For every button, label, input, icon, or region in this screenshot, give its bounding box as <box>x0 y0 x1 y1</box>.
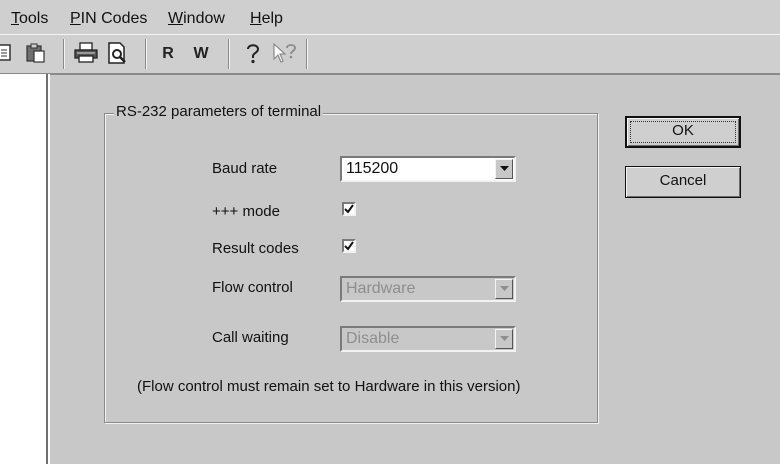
read-icon[interactable]: R <box>156 42 180 66</box>
menu-bar: Tools PIN Codes Window Help <box>0 0 780 34</box>
write-icon[interactable]: W <box>188 42 214 66</box>
menu-window[interactable]: Window <box>168 9 225 29</box>
group-title: RS-232 parameters of terminal <box>114 103 324 121</box>
help-icon[interactable] <box>242 42 264 66</box>
chevron-down-icon[interactable] <box>495 279 513 299</box>
call-waiting-select[interactable]: Disable <box>340 326 516 352</box>
menu-tools[interactable]: Tools <box>11 9 48 29</box>
baud-rate-value: 115200 <box>346 160 399 177</box>
chevron-down-icon[interactable] <box>495 329 513 349</box>
focus-rect <box>630 121 736 143</box>
flow-control-select[interactable]: Hardware <box>340 276 516 302</box>
flow-control-value: Hardware <box>346 280 416 297</box>
toolbar-separator <box>145 39 147 69</box>
call-waiting-label: Call waiting <box>212 329 289 346</box>
chevron-down-icon[interactable] <box>495 159 513 179</box>
paste-icon[interactable] <box>24 42 48 66</box>
menu-help[interactable]: Help <box>250 9 283 29</box>
cancel-button[interactable]: Cancel <box>625 166 741 198</box>
cancel-button-label: Cancel <box>659 172 707 189</box>
toolbar-separator <box>306 39 308 69</box>
plus-mode-checkbox[interactable] <box>342 202 356 216</box>
toolbar: R W <box>0 34 780 74</box>
print-preview-icon[interactable] <box>104 42 132 66</box>
menu-pin-codes[interactable]: PIN Codes <box>70 9 147 29</box>
flow-control-label: Flow control <box>212 279 293 296</box>
baud-rate-label: Baud rate <box>212 160 278 177</box>
print-icon[interactable] <box>72 42 100 66</box>
toolbar-separator <box>228 39 230 69</box>
ok-button[interactable]: OK <box>625 116 741 148</box>
toolbar-separator <box>63 39 65 69</box>
plus-mode-label: +++ mode <box>212 203 280 220</box>
result-codes-checkbox[interactable] <box>342 239 356 253</box>
result-codes-label: Result codes <box>212 240 299 257</box>
baud-rate-select[interactable]: 115200 <box>340 156 516 182</box>
call-waiting-value: Disable <box>346 330 400 347</box>
toolbar-top-edge <box>0 34 780 35</box>
copy-icon[interactable] <box>0 42 16 66</box>
flow-control-note: (Flow control must remain set to Hardwar… <box>137 378 521 395</box>
left-pane <box>0 74 48 464</box>
context-help-icon[interactable] <box>270 42 298 66</box>
